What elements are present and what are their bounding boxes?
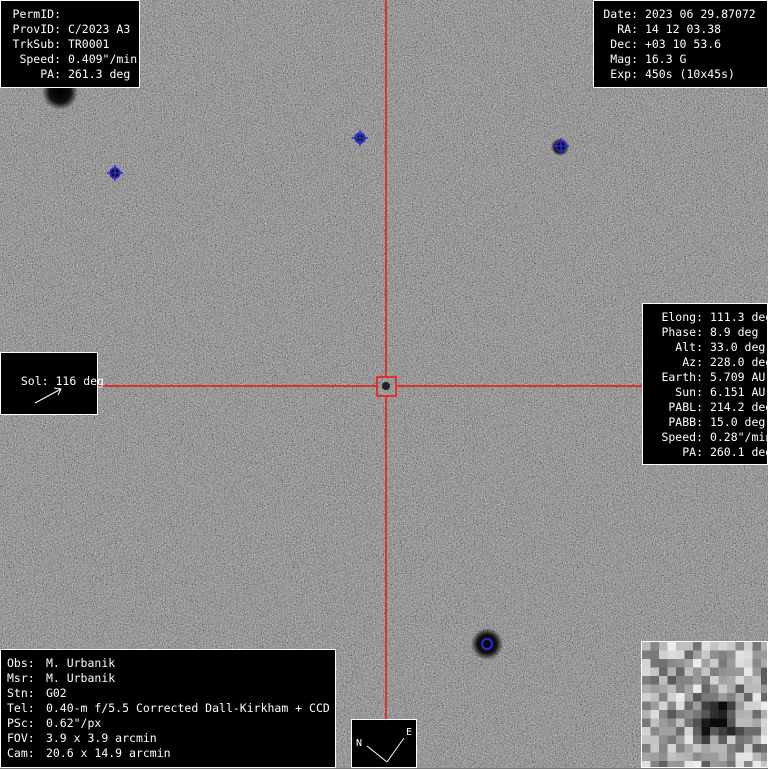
observation-row: Date: 2023 06 29.87072 <box>600 7 761 22</box>
instrument-panel: Obs: M. Urbanik Msr: M. Urbanik Stn: G02 Te… <box>0 649 336 768</box>
target-info-value: TR0001 <box>67 37 110 51</box>
geometry-row: Sun: 6.151 AU <box>649 385 765 400</box>
instrument-row: Cam: 20.6 x 14.9 arcmin <box>7 746 329 761</box>
geometry-row: PABB: 15.0 deg <box>649 415 765 430</box>
instrument-value: 0.40-m f/5.5 Corrected Dall-Kirkham + CC… <box>45 701 330 715</box>
instrument-value: G02 <box>45 686 67 700</box>
instrument-label: FOV: <box>7 731 35 745</box>
geometry-value: 33.0 deg <box>709 340 766 354</box>
instrument-row: Stn: G02 <box>7 686 329 701</box>
geometry-row: PA: 260.1 deg <box>649 445 768 460</box>
observation-value: +03 10 53.6 <box>644 37 722 51</box>
target-info-label: ProvID: <box>12 22 61 36</box>
geometry-row: Earth: 5.709 AU <box>649 370 765 385</box>
geometry-panel: Elong: 111.3 deg Phase: 8.9 deg Alt: 33.0 … <box>642 303 768 465</box>
target-info-label: Speed: <box>19 52 61 66</box>
instrument-row: FOV: 3.9 x 3.9 arcmin <box>7 731 329 746</box>
geometry-label: PABB: <box>668 415 703 429</box>
compass-arrows-icon <box>366 737 405 763</box>
instrument-value: 0.62"/px <box>45 716 102 730</box>
target-info-label: PA: <box>40 67 61 81</box>
instrument-row: Msr: M. Urbanik <box>7 671 329 686</box>
target-info-label: TrkSub: <box>12 37 61 51</box>
geometry-label: Elong: <box>661 310 703 324</box>
target-info-panel: PermID: ProvID: C/2023 A3 TrkSub: TR0001 S… <box>0 0 140 88</box>
instrument-row: PSc: 0.62"/px <box>7 716 329 731</box>
compass-rose: N E <box>351 719 417 768</box>
geometry-label: Speed: <box>661 430 703 444</box>
observation-panel: Date: 2023 06 29.87072 RA: 14 12 03.38 Dec… <box>593 0 768 88</box>
instrument-label: PSc: <box>7 716 35 730</box>
observation-label: Mag: <box>610 52 638 66</box>
observation-value: 14 12 03.38 <box>644 22 722 36</box>
instrument-value: 20.6 x 14.9 arcmin <box>45 746 171 760</box>
target-info-value: C/2023 A3 <box>67 22 131 36</box>
geometry-value: 6.151 AU <box>709 385 766 399</box>
target-zoom-thumbnail <box>641 641 768 768</box>
target-object <box>382 382 390 390</box>
geometry-label: PA: <box>682 445 703 459</box>
geometry-value: 5.709 AU <box>709 370 766 384</box>
thumbnail-pixels <box>642 642 767 767</box>
geometry-value: 228.0 deg <box>709 355 768 369</box>
target-info-label: PermID: <box>12 7 61 21</box>
observation-value: 16.3 G <box>644 52 687 66</box>
observation-label: RA: <box>617 22 638 36</box>
geometry-label: Earth: <box>661 370 703 384</box>
instrument-row: Tel: 0.40-m f/5.5 Corrected Dall-Kirkham… <box>7 701 330 716</box>
geometry-value: 260.1 deg <box>709 445 768 459</box>
observation-row: Exp: 450s (10x45s) <box>600 67 761 82</box>
observation-value: 450s (10x45s) <box>644 67 735 81</box>
instrument-label: Obs: <box>7 656 35 670</box>
geometry-value: 214.2 deg <box>709 400 768 414</box>
instrument-label: Msr: <box>7 671 35 685</box>
target-info-value: 261.3 deg <box>67 67 131 81</box>
observation-row: Mag: 16.3 G <box>600 52 761 67</box>
observation-label: Date: <box>603 7 638 21</box>
geometry-row: Phase: 8.9 deg <box>649 325 761 340</box>
target-info-row: PA: 261.3 deg <box>7 67 133 82</box>
geometry-value: 8.9 deg <box>709 325 759 339</box>
geometry-label: Phase: <box>661 325 703 339</box>
geometry-label: PABL: <box>668 400 703 414</box>
geometry-row: Az: 228.0 deg <box>649 355 768 370</box>
geometry-row: Speed: 0.28"/min <box>649 430 768 445</box>
geometry-value: 0.28"/min <box>709 430 768 444</box>
observation-label: Dec: <box>610 37 638 51</box>
observation-row: RA: 14 12 03.38 <box>600 22 761 37</box>
instrument-row: Obs: M. Urbanik <box>7 656 329 671</box>
target-info-row: TrkSub: TR0001 <box>7 37 133 52</box>
solar-angle-panel: Sol: 116 deg <box>0 352 104 415</box>
geometry-row: PABL: 214.2 deg <box>649 400 768 415</box>
observation-value: 2023 06 29.87072 <box>644 7 756 21</box>
target-info-row: ProvID: C/2023 A3 <box>7 22 133 37</box>
instrument-label: Tel: <box>7 701 35 715</box>
instrument-label: Stn: <box>7 686 35 700</box>
observation-row: Dec: +03 10 53.6 <box>600 37 761 52</box>
instrument-value: M. Urbanik <box>45 671 116 685</box>
sun-direction-arrow-icon <box>34 387 62 404</box>
observation-label: Exp: <box>610 67 638 81</box>
geometry-label: Sun: <box>675 385 703 399</box>
instrument-value: 3.9 x 3.9 arcmin <box>45 731 157 745</box>
geometry-label: Alt: <box>675 340 703 354</box>
instrument-label: Cam: <box>7 746 35 760</box>
instrument-value: M. Urbanik <box>45 656 116 670</box>
field-star <box>471 628 503 660</box>
geometry-row: Alt: 33.0 deg <box>649 340 765 355</box>
target-info-row: PermID: <box>7 7 133 22</box>
geometry-value: 15.0 deg <box>709 415 766 429</box>
target-info-row: Speed: 0.409"/min <box>7 52 137 67</box>
geometry-label: Az: <box>682 355 703 369</box>
geometry-row: Elong: 111.3 deg <box>649 310 768 325</box>
geometry-value: 111.3 deg <box>709 310 768 324</box>
target-info-value: 0.409"/min <box>67 52 138 66</box>
